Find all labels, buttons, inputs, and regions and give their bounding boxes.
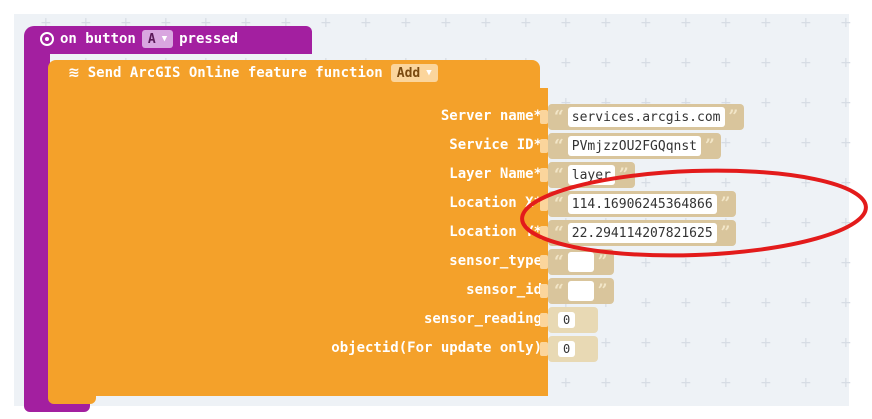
- grid-plus-mark: +: [680, 295, 692, 311]
- grid-plus-mark: +: [720, 15, 732, 31]
- number-block[interactable]: 0: [548, 307, 598, 333]
- grid-plus-mark: +: [640, 335, 652, 351]
- input-socket: [540, 284, 548, 298]
- grid-plus-mark: +: [680, 335, 692, 351]
- grid-plus-mark: +: [640, 295, 652, 311]
- param-label: objectid(For update only): [331, 340, 542, 356]
- grid-plus-mark: +: [840, 15, 852, 31]
- grid-plus-mark: +: [520, 15, 532, 31]
- dropdown-arrow-icon: ▼: [426, 68, 432, 78]
- event-suffix: pressed: [179, 31, 239, 47]
- event-prefix: on button: [60, 31, 136, 47]
- grid-plus-mark: +: [560, 15, 572, 31]
- grid-plus-mark: +: [800, 55, 812, 71]
- grid-plus-mark: +: [640, 375, 652, 391]
- close-quote-icon: ”: [728, 107, 739, 127]
- text-block[interactable]: “PVmjzzOU2FGQqnst”: [548, 133, 721, 159]
- open-quote-icon: “: [554, 281, 564, 301]
- grid-plus-mark: +: [840, 375, 852, 391]
- grid-plus-mark: +: [720, 135, 732, 151]
- number-value-field[interactable]: 0: [558, 341, 576, 357]
- grid-plus-mark: +: [640, 15, 652, 31]
- grid-plus-mark: +: [760, 135, 772, 151]
- grid-plus-mark: +: [800, 295, 812, 311]
- grid-plus-mark: +: [800, 15, 812, 31]
- button-dropdown-value: A: [147, 31, 156, 47]
- function-title: Send ArcGIS Online feature function: [87, 65, 383, 81]
- text-value-field[interactable]: PVmjzzOU2FGQqnst: [567, 136, 702, 156]
- grid-plus-mark: +: [800, 95, 812, 111]
- grid-plus-mark: +: [720, 375, 732, 391]
- grid-plus-mark: +: [680, 55, 692, 71]
- grid-plus-mark: +: [400, 15, 412, 31]
- input-socket: [540, 342, 548, 356]
- grid-plus-mark: +: [760, 15, 772, 31]
- grid-plus-mark: +: [560, 375, 572, 391]
- grid-plus-mark: +: [480, 15, 492, 31]
- close-quote-icon: ”: [597, 281, 608, 301]
- grid-plus-mark: +: [760, 55, 772, 71]
- grid-plus-mark: +: [800, 335, 812, 351]
- param-label: Server name*: [440, 108, 542, 124]
- grid-plus-mark: +: [600, 375, 612, 391]
- grid-plus-mark: +: [840, 295, 852, 311]
- close-quote-icon: ”: [705, 136, 715, 156]
- grid-plus-mark: +: [720, 55, 732, 71]
- grid-plus-mark: +: [560, 55, 572, 71]
- text-block[interactable]: “”: [548, 278, 614, 304]
- param-label: sensor_id: [466, 282, 542, 298]
- red-ellipse-annotation: [520, 168, 868, 258]
- open-quote-icon: “: [554, 136, 564, 156]
- button-dropdown[interactable]: A ▼: [141, 30, 174, 48]
- grid-plus-mark: +: [720, 295, 732, 311]
- grid-plus-mark: +: [680, 15, 692, 31]
- param-label: sensor_reading: [423, 311, 542, 327]
- grid-plus-mark: +: [600, 15, 612, 31]
- grid-plus-mark: +: [760, 335, 772, 351]
- function-block-header: ≋ Send ArcGIS Online feature function Ad…: [68, 64, 438, 82]
- grid-plus-mark: +: [800, 375, 812, 391]
- open-quote-icon: “: [554, 107, 564, 127]
- text-value-field[interactable]: [567, 281, 594, 301]
- grid-plus-mark: +: [760, 95, 772, 111]
- text-value-field[interactable]: services.arcgis.com: [567, 107, 725, 127]
- grid-plus-mark: +: [840, 335, 852, 351]
- input-socket: [540, 313, 548, 327]
- input-socket: [540, 139, 548, 153]
- event-icon: [40, 32, 54, 46]
- grid-plus-mark: +: [840, 95, 852, 111]
- grid-plus-mark: +: [320, 15, 332, 31]
- action-dropdown[interactable]: Add ▼: [390, 64, 438, 82]
- arcgis-function-foot: [48, 394, 96, 404]
- grid-plus-mark: +: [640, 55, 652, 71]
- param-label: Service ID*: [449, 137, 542, 153]
- grid-plus-mark: +: [840, 55, 852, 71]
- number-value-field[interactable]: 0: [558, 312, 576, 328]
- grid-plus-mark: +: [720, 335, 732, 351]
- grid-plus-mark: +: [600, 55, 612, 71]
- grid-plus-mark: +: [760, 295, 772, 311]
- grid-plus-mark: +: [440, 15, 452, 31]
- grid-plus-mark: +: [600, 335, 612, 351]
- number-block[interactable]: 0: [548, 336, 598, 362]
- input-socket: [540, 110, 548, 124]
- text-block[interactable]: “services.arcgis.com”: [548, 104, 745, 130]
- grid-plus-mark: +: [680, 375, 692, 391]
- grid-plus-mark: +: [840, 135, 852, 151]
- dropdown-arrow-icon: ▼: [161, 34, 168, 44]
- action-dropdown-value: Add: [396, 65, 421, 81]
- grid-plus-mark: +: [360, 15, 372, 31]
- grid-plus-mark: +: [800, 135, 812, 151]
- event-block-header: on button A ▼ pressed: [40, 30, 238, 48]
- grid-plus-mark: +: [760, 375, 772, 391]
- wifi-icon: ≋: [68, 65, 80, 81]
- event-block-body: [24, 50, 50, 402]
